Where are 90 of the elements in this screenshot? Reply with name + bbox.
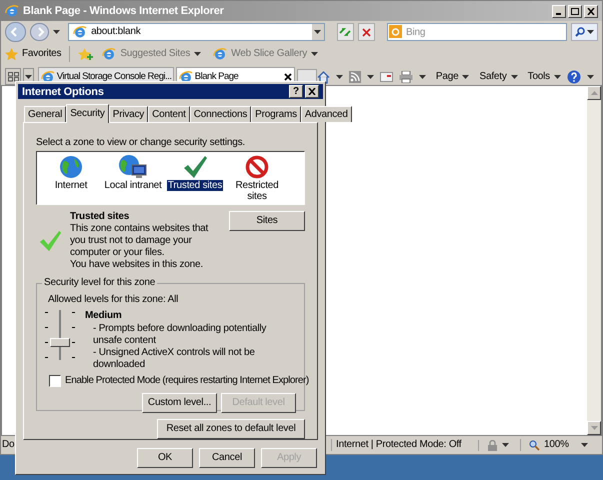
dialog-title: Internet Options: [22, 86, 105, 98]
dialog-tab[interactable]: Security: [66, 104, 109, 123]
sites-button[interactable]: Sites: [229, 211, 305, 231]
search-button[interactable]: [571, 23, 598, 41]
help-icon[interactable]: [567, 70, 581, 84]
caret-icon: [587, 30, 594, 34]
zone-item[interactable]: Restricted sites: [227, 154, 287, 202]
no-entry-icon: [245, 155, 269, 179]
dialog-tab[interactable]: General: [24, 106, 66, 122]
zone-description: This zone contains websites that you trust not to damage your computer or your files.: [70, 223, 210, 259]
e-logo-icon: [73, 25, 88, 39]
command-menu[interactable]: Safety: [479, 71, 518, 83]
address-caret-icon: [314, 30, 322, 34]
refresh-icon: [339, 27, 352, 37]
checkmark-icon: [38, 229, 62, 253]
close-button[interactable]: [584, 4, 598, 18]
forward-button[interactable]: [30, 23, 50, 41]
status-text: Do: [1, 439, 14, 450]
globe-icon: [59, 155, 83, 179]
printer-icon[interactable]: [398, 71, 413, 83]
search-icon: [575, 27, 586, 37]
group-label: Security level for this zone: [42, 277, 158, 289]
e-logo-icon: [5, 4, 19, 18]
caret-icon: [194, 52, 202, 56]
zone-item[interactable]: Trusted sites: [165, 154, 225, 191]
back-button[interactable]: [5, 22, 26, 42]
caret-icon: [502, 443, 509, 447]
caret-icon: [366, 75, 374, 79]
close-icon: [362, 28, 371, 36]
close-icon: [587, 8, 595, 14]
magnifier-icon: [529, 440, 540, 450]
level-description: - Unsigned ActiveX controls will not be downloaded: [92, 347, 256, 371]
maximize-icon: [571, 8, 579, 14]
caret-icon: [587, 75, 594, 79]
e-logo-icon: [213, 47, 228, 61]
search-field[interactable]: Bing: [387, 23, 568, 41]
dialog-tab[interactable]: Privacy: [108, 106, 148, 122]
mail-icon[interactable]: [380, 72, 393, 82]
dialog-tab[interactable]: Content: [148, 106, 190, 122]
checkmark-icon: [182, 155, 208, 179]
protected-mode-checkbox[interactable]: Enable Protected Mode (requires restarting Internet Explorer): [45, 375, 309, 387]
allowed-levels: Allowed levels for this zone: All: [47, 294, 180, 306]
zone-prompt: Select a zone to view or change security settings.: [36, 137, 246, 149]
caret-icon: [24, 74, 32, 78]
caret-icon: [336, 75, 343, 79]
close-icon[interactable]: [284, 72, 292, 80]
history-caret-icon: [53, 30, 60, 34]
quick-tabs-button[interactable]: [5, 68, 21, 85]
caret-icon: [581, 443, 588, 447]
refresh-button[interactable]: [336, 23, 354, 41]
zone-description: You have websites in this zone.: [70, 259, 204, 271]
caret-icon: [311, 52, 318, 56]
close-icon: [308, 88, 316, 95]
maximize-button[interactable]: [568, 4, 582, 18]
feed-icon[interactable]: [348, 71, 361, 83]
grid-icon: [8, 72, 18, 82]
caret-icon: [510, 75, 518, 79]
favorites-button[interactable]: Favorites: [5, 48, 62, 60]
level-description: - Prompts before downloading potentially unsafe content: [92, 323, 268, 347]
level-name: Medium: [85, 310, 123, 322]
minimize-button[interactable]: [552, 4, 566, 18]
help-button[interactable]: ?: [289, 85, 303, 98]
stop-button[interactable]: [358, 23, 375, 41]
zone-item[interactable]: Local intranet: [103, 154, 163, 191]
slider-track[interactable]: [45, 310, 75, 360]
zoom-button[interactable]: 100%: [520, 439, 588, 451]
dialog-button[interactable]: OK: [137, 448, 193, 468]
b-logo-icon: [389, 25, 402, 38]
dialog-tab[interactable]: Programs: [251, 106, 301, 122]
star-icon: [5, 48, 18, 60]
e-logo-icon: [102, 47, 116, 61]
home-icon[interactable]: [316, 70, 330, 84]
level-button[interactable]: Custom level...: [142, 393, 217, 413]
dialog-tab[interactable]: Advanced: [300, 106, 352, 122]
globe-monitor-icon: [118, 154, 148, 180]
zone-item[interactable]: Internet: [41, 154, 101, 191]
window-title: Blank Page - Windows Internet Explorer: [23, 5, 224, 17]
zone-status: Internet | Protected Mode: Off: [331, 439, 478, 451]
caret-icon: [462, 75, 470, 79]
address-field[interactable]: about:blank: [68, 23, 325, 41]
dialog-tab[interactable]: Connections: [190, 106, 252, 122]
zone-title: Trusted sites: [70, 211, 130, 223]
close-button[interactable]: [305, 85, 319, 98]
dialog-button[interactable]: Cancel: [199, 448, 255, 468]
caret-icon: [554, 75, 561, 79]
slider-thumb[interactable]: [50, 338, 70, 347]
reset-button[interactable]: Reset all zones to default level: [157, 419, 305, 439]
command-menu[interactable]: Page: [436, 71, 470, 83]
command-menu[interactable]: Tools: [528, 71, 561, 83]
caret-icon: [418, 75, 426, 79]
